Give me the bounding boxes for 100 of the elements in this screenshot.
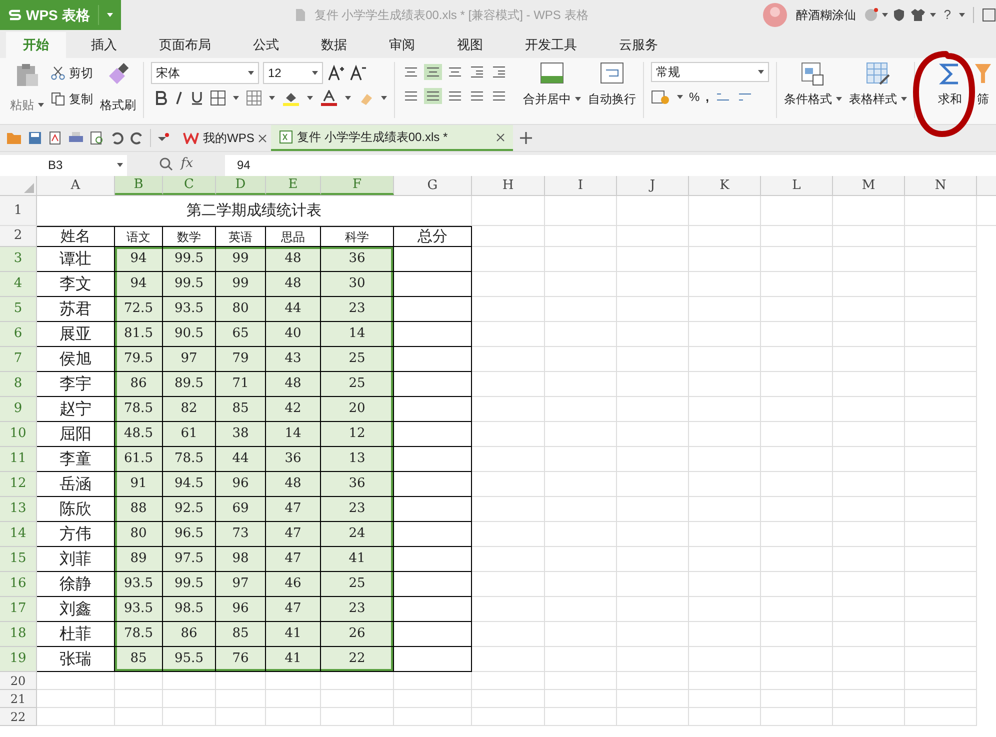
row-header[interactable]: 10 [0, 422, 37, 447]
column-header[interactable]: N [905, 176, 977, 195]
menu-tab[interactable]: 公式 [236, 32, 296, 58]
row-header[interactable]: 14 [0, 522, 37, 547]
document-tab[interactable]: 我的WPS [175, 125, 271, 151]
empty-cell [689, 708, 761, 726]
menu-tab[interactable]: 开始 [6, 32, 66, 58]
number-format-field[interactable]: 常规 [651, 62, 769, 82]
empty-cell [545, 347, 617, 372]
row-header[interactable]: 4 [0, 272, 37, 297]
table-cell: 屈阳 [37, 422, 115, 447]
column-header[interactable]: J [617, 176, 689, 195]
table-cell: 48 [266, 472, 321, 497]
menu-tab[interactable]: 开发工具 [508, 32, 594, 58]
row-header[interactable]: 6 [0, 322, 37, 347]
row-header[interactable]: 15 [0, 547, 37, 572]
formula-field[interactable]: 94 [225, 154, 996, 176]
menu-tab[interactable]: 页面布局 [142, 32, 228, 58]
table-cell: 赵宁 [37, 397, 115, 422]
empty-cell [833, 472, 905, 497]
column-header[interactable]: E [266, 176, 321, 195]
name-box[interactable]: B3 [0, 154, 127, 176]
caret-icon [836, 97, 842, 101]
font-size-field[interactable]: 12 [263, 62, 323, 84]
column-header[interactable]: M [833, 176, 905, 195]
menu-tab[interactable]: 视图 [440, 32, 500, 58]
empty-cell [905, 497, 977, 522]
row-header[interactable]: 11 [0, 447, 37, 472]
copy-button[interactable]: 复制 [51, 90, 93, 108]
row-header[interactable]: 7 [0, 347, 37, 372]
empty-cell [545, 547, 617, 572]
menu-tab[interactable]: 数据 [304, 32, 364, 58]
table-cell: 44 [266, 297, 321, 322]
row-header[interactable]: 9 [0, 397, 37, 422]
row-header[interactable]: 13 [0, 497, 37, 522]
window-title: 复件 小学学生成绩表00.xls * [兼容模式] - WPS 表格 [314, 7, 588, 24]
table-cell: 61 [163, 422, 216, 447]
menu-tab[interactable]: 审阅 [372, 32, 432, 58]
table-cell: 94.5 [163, 472, 216, 497]
bold-icon [155, 91, 167, 105]
filter-button[interactable]: 筛 [977, 90, 989, 108]
conditional-format-button[interactable]: 条件格式 [784, 90, 842, 108]
empty-cell [689, 422, 761, 447]
row-header[interactable]: 19 [0, 647, 37, 672]
menu-tab[interactable]: 云服务 [602, 32, 675, 58]
column-header[interactable]: B [115, 176, 163, 195]
row-header: 21 [0, 690, 37, 708]
help-button[interactable]: ? [940, 5, 955, 25]
row-header[interactable]: 12 [0, 472, 37, 497]
paste-button[interactable]: 粘贴 [10, 96, 44, 114]
table-style-button[interactable]: 表格样式 [849, 90, 907, 108]
empty-cell [833, 322, 905, 347]
document-tab[interactable]: 复件 小学学生成绩表00.xls * [271, 125, 513, 151]
column-header[interactable]: L [761, 176, 833, 195]
empty-cell [833, 397, 905, 422]
row-header[interactable]: 17 [0, 597, 37, 622]
scissors-icon [51, 66, 65, 80]
font-name-field[interactable]: 宋体 [151, 62, 259, 84]
align-icon [468, 64, 486, 80]
table-cell: 25 [321, 572, 394, 597]
column-header[interactable]: K [689, 176, 761, 195]
row-header[interactable]: 8 [0, 372, 37, 397]
empty-cell [833, 522, 905, 547]
row-header[interactable]: 18 [0, 622, 37, 647]
align-icon [424, 88, 442, 104]
column-header[interactable]: D [216, 176, 266, 195]
row-header[interactable]: 3 [0, 247, 37, 272]
empty-cell [761, 447, 833, 472]
table-cell: 93.5 [115, 572, 163, 597]
menu-tab[interactable]: 插入 [74, 32, 134, 58]
column-header[interactable]: I [545, 176, 617, 195]
redo-icon [130, 131, 144, 145]
column-header[interactable]: C [163, 176, 216, 195]
empty-cell [761, 472, 833, 497]
empty-cell [761, 522, 833, 547]
empty-cell [266, 708, 321, 726]
format-painter-button[interactable]: 格式刷 [100, 96, 136, 114]
table-cell: 86 [115, 372, 163, 397]
row-header[interactable]: 16 [0, 572, 37, 597]
empty-cell [761, 622, 833, 647]
fill-color-icon [282, 90, 300, 106]
font-color-icon [320, 90, 338, 106]
sum-button[interactable]: 求和 [938, 90, 962, 108]
wrap-text-button[interactable]: 自动换行 [588, 90, 636, 108]
comma-button[interactable]: , [706, 88, 710, 106]
column-header[interactable]: H [472, 176, 545, 195]
app-menu-button[interactable]: WPS 表格 [0, 0, 121, 30]
empty-cell [905, 672, 977, 690]
caret-icon [882, 13, 888, 17]
row-header[interactable]: 5 [0, 297, 37, 322]
caret-icon [312, 71, 318, 75]
empty-cell [833, 297, 905, 322]
column-header[interactable]: G [394, 176, 472, 195]
empty-cell [905, 347, 977, 372]
table-cell: 张瑞 [37, 647, 115, 672]
merge-center-button[interactable]: 合并居中 [523, 90, 581, 108]
column-header[interactable]: F [321, 176, 394, 195]
percent-button[interactable]: % [689, 88, 700, 106]
empty-cell [833, 708, 905, 726]
cut-button[interactable]: 剪切 [51, 64, 93, 82]
